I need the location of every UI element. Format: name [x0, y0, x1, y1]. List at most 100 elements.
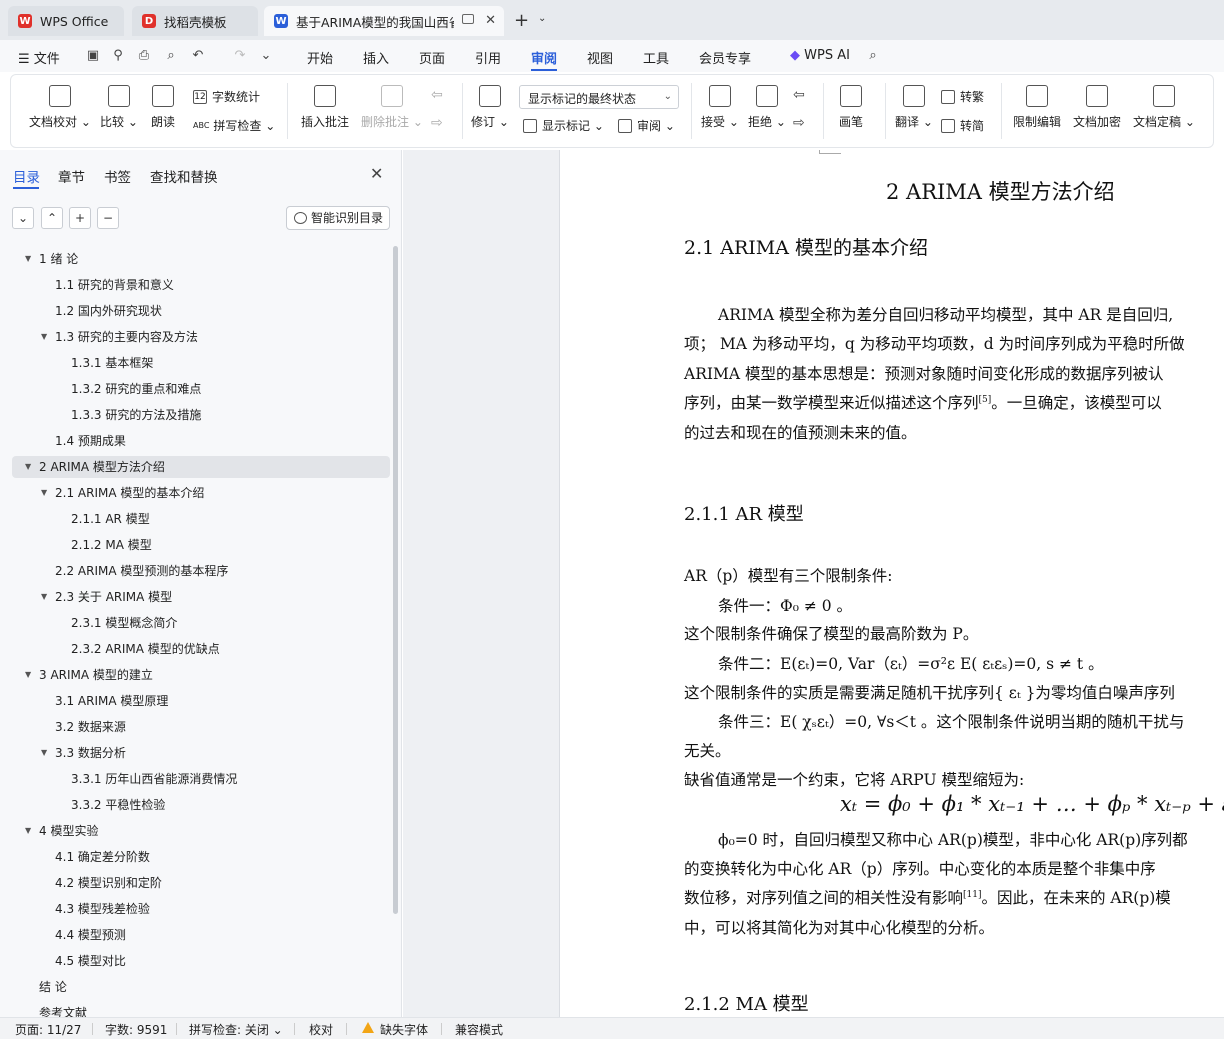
reject-button[interactable]: 拒绝 ⌄	[748, 85, 786, 130]
toc-item[interactable]: ▼ 4 模型实验	[12, 820, 390, 842]
toc-item[interactable]: 3.3.2 平稳性检验	[12, 794, 390, 816]
redo-icon[interactable]: ↷	[232, 48, 248, 64]
show-markup-button[interactable]: 显示标记 ⌄	[523, 117, 604, 134]
doc-proof-button[interactable]: 文档校对 ⌄	[29, 85, 91, 130]
toc-item[interactable]: 4.5 模型对比	[12, 950, 390, 972]
insert-comment-button[interactable]: 插入批注	[301, 85, 349, 130]
prev-comment-icon[interactable]: ⇦	[431, 87, 443, 103]
toc-item[interactable]: 3.3.1 历年山西省能源消费情况	[12, 768, 390, 790]
expand-triangle-icon[interactable]: ▼	[41, 326, 47, 348]
tab-toc[interactable]: 目录	[13, 166, 40, 186]
spell-check-status[interactable]: 拼写检查: 关闭 ⌄	[189, 1021, 283, 1038]
smart-toc-button[interactable]: 智能识别目录	[286, 206, 390, 230]
page-indicator[interactable]: 页面: 11/27	[15, 1021, 81, 1038]
track-changes-button[interactable]: 修订 ⌄	[471, 85, 509, 130]
tab-current-document[interactable]: W 基于ARIMA模型的我国山西省 ✕	[264, 6, 504, 36]
toc-item[interactable]: 2.1.1 AR 模型	[12, 508, 390, 530]
toc-scrollbar[interactable]	[393, 246, 398, 914]
prev-change-icon[interactable]: ⇦	[793, 87, 805, 103]
encrypt-button[interactable]: 文档加密	[1073, 85, 1121, 130]
collapse-all-button[interactable]: ⌄	[12, 207, 34, 229]
toc-item[interactable]: 结 论	[12, 976, 390, 998]
toc-item[interactable]: ▼ 3.3 数据分析	[12, 742, 390, 764]
close-tab-icon[interactable]: ✕	[485, 13, 496, 28]
toc-item[interactable]: 4.1 确定差分阶数	[12, 846, 390, 868]
document-page[interactable]: 2 ARIMA 模型方法介绍 2.1 ARIMA 模型的基本介绍 ARIMA 模…	[559, 150, 1224, 1017]
toc-item[interactable]: 3.2 数据来源	[12, 716, 390, 738]
tab-wps-office[interactable]: W WPS Office	[8, 6, 124, 36]
toc-item[interactable]: 2.1.2 MA 模型	[12, 534, 390, 556]
toc-item[interactable]: 参考文献	[12, 1002, 390, 1017]
toc-item[interactable]: 1.1 研究的背景和意义	[12, 274, 390, 296]
review-pane-button[interactable]: 审阅 ⌄	[618, 117, 675, 134]
expand-triangle-icon[interactable]: ▼	[25, 664, 31, 686]
pen-button[interactable]: 画笔	[839, 85, 863, 130]
toc-item[interactable]: 1.3.3 研究的方法及措施	[12, 404, 390, 426]
next-change-icon[interactable]: ⇨	[793, 115, 805, 131]
toc-item[interactable]: 4.2 模型识别和定阶	[12, 872, 390, 894]
expand-triangle-icon[interactable]: ▼	[25, 820, 31, 842]
tab-find-replace[interactable]: 查找和替换	[150, 166, 218, 186]
toc-item[interactable]: ▼ 1.3 研究的主要内容及方法	[12, 326, 390, 348]
toc-item[interactable]: 1.2 国内外研究现状	[12, 300, 390, 322]
expand-triangle-icon[interactable]: ▼	[41, 742, 47, 764]
tab-sections[interactable]: 章节	[58, 166, 85, 186]
toc-item[interactable]: ▼ 1 绪 论	[12, 248, 390, 270]
menu-tools[interactable]: 工具	[643, 48, 669, 67]
menu-home[interactable]: 开始	[307, 48, 333, 67]
toc-item[interactable]: 3.1 ARIMA 模型原理	[12, 690, 390, 712]
spell-check-button[interactable]: ABC 拼写检查 ⌄	[193, 117, 275, 134]
menu-page[interactable]: 页面	[419, 48, 445, 67]
word-count-status[interactable]: 字数: 9591	[105, 1021, 167, 1038]
translate-button[interactable]: 翻译 ⌄	[895, 85, 933, 130]
add-heading-button[interactable]: +	[69, 207, 91, 229]
word-count-button[interactable]: 12 字数统计	[193, 88, 260, 105]
expand-triangle-icon[interactable]: ▼	[25, 456, 31, 478]
menu-insert[interactable]: 插入	[363, 48, 389, 67]
toc-item[interactable]: ▼ 3 ARIMA 模型的建立	[12, 664, 390, 686]
toc-item[interactable]: 1.3.2 研究的重点和难点	[12, 378, 390, 400]
toc-item[interactable]: 2.3.2 ARIMA 模型的优缺点	[12, 638, 390, 660]
read-aloud-button[interactable]: 朗读	[151, 85, 175, 130]
menu-review[interactable]: 审阅	[531, 48, 557, 67]
new-tab-icon[interactable]: +	[514, 10, 529, 31]
expand-triangle-icon[interactable]: ▼	[25, 248, 31, 270]
close-panel-icon[interactable]: ✕	[370, 164, 383, 183]
compat-mode-status[interactable]: 兼容模式	[455, 1021, 503, 1038]
toc-item[interactable]: ▼ 2.3 关于 ARIMA 模型	[12, 586, 390, 608]
toc-item[interactable]: 2.2 ARIMA 模型预测的基本程序	[12, 560, 390, 582]
print-preview-icon[interactable]: ⌕	[163, 48, 179, 64]
finalize-button[interactable]: 文档定稿 ⌄	[1133, 85, 1195, 130]
print-icon[interactable]: ⎙	[136, 48, 152, 64]
file-menu[interactable]: ☰ 文件	[18, 48, 60, 67]
next-comment-icon[interactable]: ⇨	[431, 115, 443, 131]
toc-item[interactable]: 4.3 模型残差检验	[12, 898, 390, 920]
restrict-edit-button[interactable]: 限制编辑	[1013, 85, 1061, 130]
delete-comment-button[interactable]: 删除批注 ⌄	[361, 85, 423, 130]
toc-item[interactable]: 2.3.1 模型概念简介	[12, 612, 390, 634]
missing-font-status[interactable]: 缺失字体	[380, 1021, 428, 1038]
compare-button[interactable]: 比较 ⌄	[100, 85, 138, 130]
proof-status[interactable]: 校对	[309, 1021, 333, 1038]
to-traditional-button[interactable]: 转繁	[941, 88, 984, 105]
to-simplified-button[interactable]: 转简	[941, 117, 984, 134]
more-chevron-icon[interactable]: ⌄	[258, 48, 274, 64]
toc-item[interactable]: ▼ 2.1 ARIMA 模型的基本介绍	[12, 482, 390, 504]
menu-member[interactable]: 会员专享	[699, 48, 751, 67]
menu-view[interactable]: 视图	[587, 48, 613, 67]
monitor-icon[interactable]	[462, 14, 474, 24]
menu-references[interactable]: 引用	[475, 48, 501, 67]
save-icon[interactable]: ▣	[85, 48, 101, 64]
remove-heading-button[interactable]: −	[97, 207, 119, 229]
search-icon[interactable]: ⌕	[865, 48, 881, 64]
undo-icon[interactable]: ↶	[190, 48, 206, 64]
expand-triangle-icon[interactable]: ▼	[41, 482, 47, 504]
expand-triangle-icon[interactable]: ▼	[41, 586, 47, 608]
chevron-down-icon[interactable]: ⌄	[538, 13, 546, 24]
share-icon[interactable]: ⚲	[110, 48, 126, 64]
markup-mode-select[interactable]: 显示标记的最终状态 ⌄	[519, 85, 679, 109]
wps-ai-button[interactable]: ◆ WPS AI	[790, 48, 850, 63]
accept-button[interactable]: 接受 ⌄	[701, 85, 739, 130]
toc-item[interactable]: 4.4 模型预测	[12, 924, 390, 946]
toc-item[interactable]: ▼ 2 ARIMA 模型方法介绍	[12, 456, 390, 478]
